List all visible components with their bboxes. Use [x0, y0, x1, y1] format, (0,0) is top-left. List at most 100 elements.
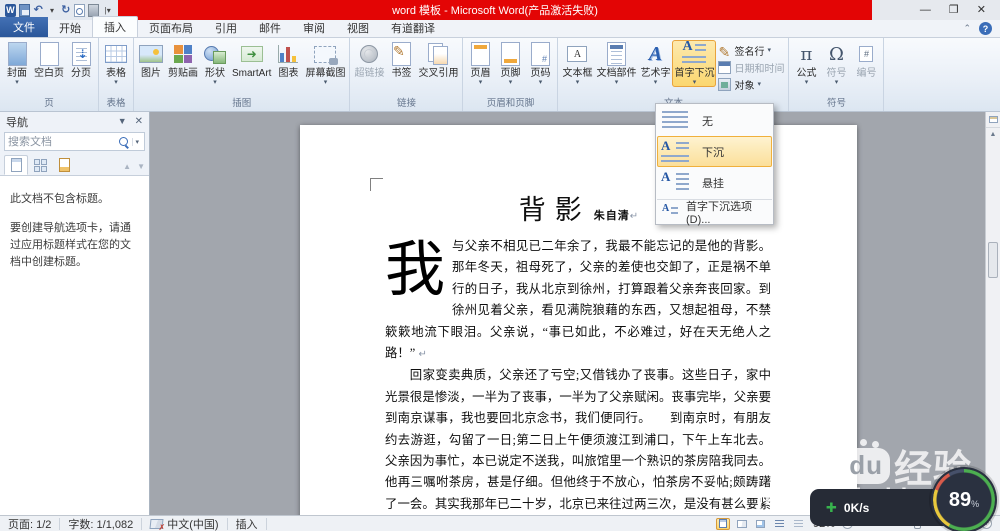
language-indicator[interactable]: 中文(中国)	[142, 517, 228, 531]
number-button[interactable]: # 编号	[851, 40, 881, 80]
next-result-icon[interactable]: ▼	[137, 162, 145, 171]
undo-dropdown-icon[interactable]: ▾	[47, 4, 58, 17]
search-input[interactable]	[8, 135, 117, 148]
ruler-toggle-icon[interactable]	[986, 112, 1000, 128]
shapes-button[interactable]: 形状 ▾	[200, 40, 230, 87]
navigation-pane-title: 导航	[6, 116, 28, 129]
document-body[interactable]: 我与父亲不相见已二年余了，我最不能忘记的是他的背影。那年冬天，祖母死了，父亲的差…	[300, 227, 857, 515]
tab-review[interactable]: 审阅	[292, 18, 336, 37]
tab-view[interactable]: 视图	[336, 18, 380, 37]
bookmark-button[interactable]: 书签	[386, 40, 416, 80]
blank-page-button[interactable]: 空白页	[32, 40, 66, 80]
group-label-links: 链接	[396, 98, 416, 109]
tab-page-layout[interactable]: 页面布局	[138, 18, 204, 37]
header-icon	[470, 42, 490, 66]
drop-cap-none-icon	[661, 109, 689, 133]
save-icon[interactable]	[18, 3, 30, 17]
tab-insert[interactable]: 插入	[92, 16, 138, 37]
clipart-button[interactable]: 剪贴画	[166, 40, 200, 80]
drop-cap-character: 我	[385, 237, 445, 303]
symbol-button[interactable]: Ω 符号 ▾	[821, 40, 851, 87]
menu-item-drop-cap-options[interactable]: A 首字下沉选项(D)...	[657, 199, 772, 226]
document-author: 朱自清	[593, 210, 630, 222]
picture-button[interactable]: 图片	[136, 40, 166, 80]
restore-icon[interactable]: ❐	[949, 4, 959, 16]
fullscreen-reading-view-icon[interactable]	[735, 518, 749, 530]
wordart-icon: A	[648, 42, 663, 65]
redo-icon[interactable]: ↻	[60, 4, 71, 17]
cover-page-button[interactable]: 封面 ▾	[2, 40, 32, 87]
page-number-button[interactable]: # 页码 ▾	[525, 40, 555, 87]
insert-mode-indicator[interactable]: 插入	[228, 517, 267, 531]
header-button[interactable]: 页眉 ▾	[465, 40, 495, 87]
undo-icon[interactable]: ↶	[33, 4, 44, 17]
print-preview-icon[interactable]	[74, 3, 86, 17]
tab-youdao-translate[interactable]: 有道翻译	[380, 18, 446, 37]
tab-home[interactable]: 开始	[48, 18, 92, 37]
nav-pane-close-icon[interactable]: ✕	[135, 116, 143, 127]
hyperlink-button[interactable]: 超链接	[352, 40, 386, 80]
menu-item-none[interactable]: 无	[657, 105, 772, 136]
minimize-icon[interactable]: —	[920, 4, 931, 16]
help-icon[interactable]: ?	[979, 22, 992, 35]
menu-item-dropped[interactable]: A 下沉	[657, 136, 772, 167]
wordart-button[interactable]: A 艺术字 ▾	[638, 40, 672, 87]
previous-result-icon[interactable]: ▲	[123, 162, 131, 171]
smartart-button[interactable]: ➜ SmartArt	[230, 40, 273, 80]
signature-line-button[interactable]: 签名行▾	[718, 43, 784, 58]
search-box: ▾	[4, 132, 145, 151]
drop-cap-button[interactable]: A 首字下沉 ▾	[672, 39, 717, 87]
chart-button[interactable]: 图表	[273, 40, 303, 80]
page-indicator[interactable]: 页面: 1/2	[0, 517, 61, 531]
tab-file[interactable]: 文件	[0, 17, 48, 37]
draft-view-icon[interactable]	[792, 518, 806, 530]
tab-browse-headings[interactable]	[4, 155, 28, 175]
battery-percent-badge[interactable]: 89%	[931, 467, 997, 531]
tab-mailings[interactable]: 邮件	[248, 18, 292, 37]
vertical-scrollbar[interactable]: ▲ ▲▼	[985, 112, 1000, 515]
screenshot-button[interactable]: 屏幕截图 ▾	[303, 40, 347, 87]
nav-pane-menu-icon[interactable]: ▼	[118, 116, 127, 127]
group-label-pages: 页	[44, 98, 54, 109]
scroll-up-icon[interactable]: ▲	[986, 128, 1000, 141]
tab-browse-pages[interactable]	[28, 155, 52, 175]
navigation-pane: 导航 ▼ ✕ ▾ ▲ ▼ 此文档不包含标题。 要创建导航选项卡，请通过应用标题样…	[0, 112, 150, 515]
bookmark-icon	[391, 42, 411, 66]
minimize-ribbon-icon[interactable]: ⌃	[963, 23, 971, 34]
group-label-symbols: 符号	[826, 98, 846, 109]
menu-item-in-margin[interactable]: A 悬挂	[657, 167, 772, 198]
print-layout-view-icon[interactable]	[715, 517, 730, 530]
clipart-icon	[174, 45, 192, 63]
page-break-button[interactable]: 分页	[66, 40, 96, 80]
symbol-icon: Ω	[828, 43, 844, 65]
word-count[interactable]: 字数: 1/1,082	[60, 517, 143, 531]
date-time-button[interactable]: 日期和时间	[718, 60, 784, 75]
footer-button[interactable]: 页脚 ▾	[495, 40, 525, 87]
search-options-icon[interactable]: ▾	[132, 137, 141, 146]
group-label-header-footer: 页眉和页脚	[486, 98, 535, 109]
cross-reference-button[interactable]: 交叉引用	[416, 40, 460, 80]
outline-view-icon[interactable]	[773, 518, 787, 530]
ribbon: 封面▾ 空白页 分页 页 表格▾ 表格	[0, 38, 1000, 112]
tab-browse-results[interactable]	[52, 155, 76, 175]
print-icon[interactable]	[88, 3, 100, 17]
object-button[interactable]: 对象 ▾	[718, 77, 784, 92]
equation-button[interactable]: π 公式 ▾	[791, 40, 821, 87]
drop-cap-in-margin-icon: A	[661, 169, 689, 195]
quick-parts-button[interactable]: 文档部件 ▾	[594, 40, 638, 87]
download-speed: 0K/s	[843, 500, 870, 515]
group-links: 超链接 书签 交叉引用 链接	[350, 38, 464, 111]
tab-references[interactable]: 引用	[204, 18, 248, 37]
paragraph-2: 回家变卖典质，父亲还了亏空;又借钱办了丧事。这些日子，家中光景很是惨淡，一半为了…	[385, 368, 771, 511]
close-icon[interactable]: ✕	[977, 4, 986, 16]
textbox-button[interactable]: A 文本框 ▾	[560, 40, 594, 87]
scrollbar-thumb[interactable]	[988, 242, 998, 278]
table-button[interactable]: 表格 ▾	[101, 40, 131, 87]
search-icon[interactable]	[118, 136, 130, 148]
customize-toolbar-icon[interactable]: |▾	[102, 4, 113, 17]
title-bar: W ↶ ▾ ↻ |▾ word 模板 - Microsoft Word(产品激活…	[0, 0, 1000, 20]
web-layout-view-icon[interactable]	[754, 518, 768, 530]
navigation-empty-message: 此文档不包含标题。 要创建导航选项卡，请通过应用标题样式在您的文档中创建标题。	[0, 176, 149, 515]
smartart-icon: ➜	[240, 46, 263, 62]
word-window: W ↶ ▾ ↻ |▾ word 模板 - Microsoft Word(产品激活…	[0, 0, 1000, 531]
